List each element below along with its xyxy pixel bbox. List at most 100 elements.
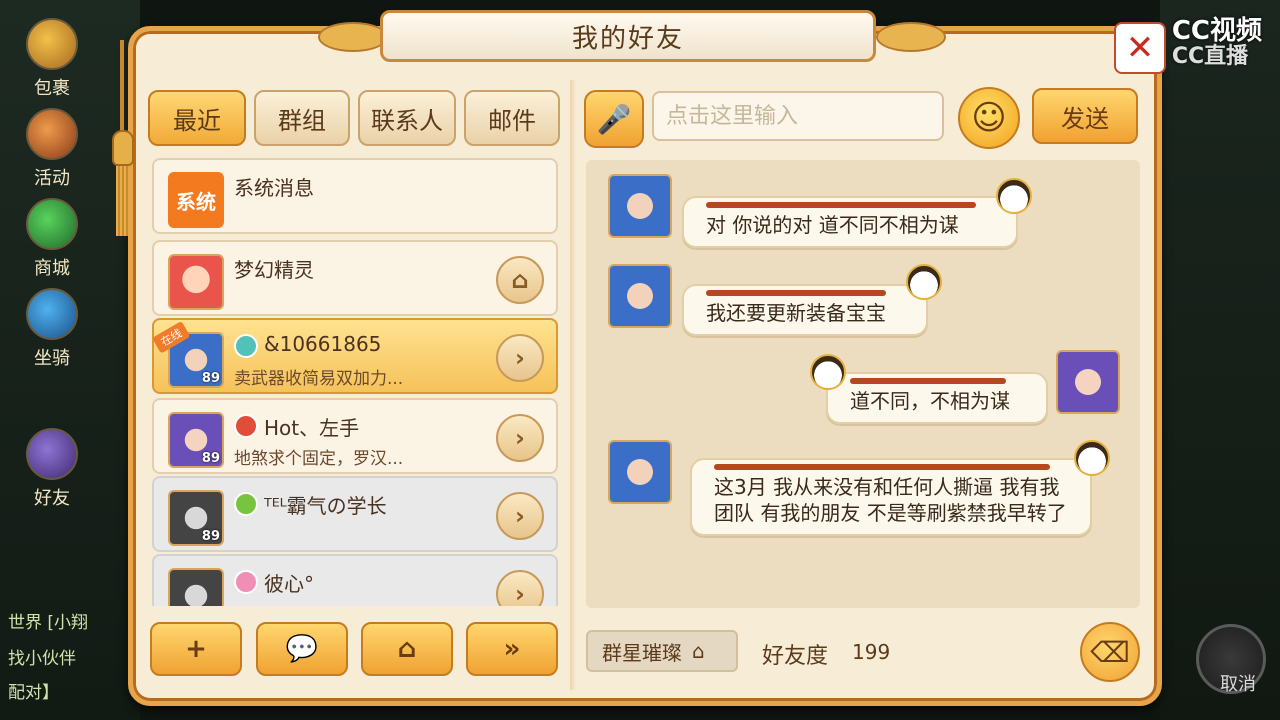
list-item[interactable]: 89 在线 &10661865 卖武器收简易双加力... ›	[152, 318, 558, 394]
home-button[interactable]: ⌂	[496, 256, 544, 304]
chevron-right-icon: ›	[515, 344, 525, 372]
friend-name: 系统消息	[234, 176, 314, 200]
bubble-decoration	[714, 464, 1050, 470]
avatar	[168, 254, 224, 310]
sect-icon	[234, 414, 258, 438]
open-chat-button[interactable]: ›	[496, 334, 544, 382]
game-right-hud	[1160, 0, 1280, 720]
panel-title: 我的好友	[380, 10, 876, 62]
cow-icon	[996, 178, 1032, 214]
home-icon: ⌂	[511, 266, 529, 294]
list-item[interactable]: 彼心° ›	[152, 554, 558, 606]
microphone-icon: 🎤	[596, 102, 632, 136]
world-chat-line: 配对】	[8, 683, 59, 703]
tab-mail[interactable]: 邮件	[464, 90, 560, 146]
mount-icon	[26, 288, 78, 340]
message-input[interactable]	[652, 91, 944, 141]
level-badge: 89	[201, 451, 220, 466]
more-button[interactable]: »	[466, 622, 558, 676]
avatar	[608, 264, 672, 328]
list-item[interactable]: 梦幻精灵 ⌂	[152, 240, 558, 316]
friend-name: Hot、左手	[264, 416, 360, 440]
bubble-decoration	[706, 290, 886, 296]
friend-signature: 地煞求个固定，罗汉...	[234, 449, 404, 469]
friends-button[interactable]: 好友	[14, 428, 90, 509]
world-chat-line: 找小伙伴	[8, 649, 76, 669]
friend-name: &10661865	[264, 332, 382, 356]
home-icon: ⌂	[692, 639, 705, 663]
sect-icon	[234, 334, 258, 358]
cow-icon	[1074, 440, 1110, 476]
bag-button[interactable]: 包裹	[14, 18, 90, 99]
favor-label: 好友度	[762, 644, 829, 669]
tab-contacts[interactable]: 联系人	[358, 90, 456, 146]
list-item[interactable]: 89 ᵀᴱᴸ霸气の学长 ›	[152, 476, 558, 552]
open-chat-button[interactable]: ›	[496, 492, 544, 540]
chevron-right-icon: ›	[515, 580, 525, 606]
activity-button[interactable]: 活动	[14, 108, 90, 189]
friend-list[interactable]: 系统 系统消息 梦幻精灵 ⌂ 89 在线 &10661865 卖武器收简易双加力…	[152, 158, 558, 606]
cow-icon	[810, 354, 846, 390]
cancel-label: 取消	[1220, 674, 1256, 695]
sect-icon	[234, 570, 258, 594]
chat-bubble: 道不同，不相为谋	[826, 372, 1048, 424]
chat-icon: 💬	[285, 634, 319, 664]
chat-button[interactable]: 💬	[256, 622, 348, 676]
bubble-decoration	[850, 378, 1006, 384]
avatar	[1056, 350, 1120, 414]
voice-button[interactable]: 🎤	[584, 90, 644, 148]
avatar: 89	[168, 412, 224, 468]
chat-bubble: 对 你说的对 道不同不相为谋	[682, 196, 1018, 248]
tab-recent[interactable]: 最近	[148, 90, 246, 146]
chat-bubble: 我还要更新装备宝宝	[682, 284, 928, 336]
chevron-right-icon: ›	[515, 424, 525, 452]
avatar	[168, 568, 224, 606]
friend-name: ᵀᴱᴸ霸气の学长	[264, 494, 387, 518]
emoji-button[interactable]: ☺	[958, 87, 1020, 149]
double-chevron-icon: »	[503, 634, 521, 664]
list-item[interactable]: 89 Hot、左手 地煞求个固定，罗汉... ›	[152, 398, 558, 474]
close-icon: ✕	[1125, 28, 1155, 68]
friends-icon	[26, 428, 78, 480]
title-ornament	[318, 22, 388, 52]
chat-bubble: 这3月 我从来没有和任何人撕逼 我有我团队 有我的朋友 不是等刷紫禁我早转了	[690, 458, 1092, 536]
avatar	[608, 440, 672, 504]
clear-chat-button[interactable]: ⌫	[1080, 622, 1140, 682]
favor-value: 199	[852, 640, 891, 664]
home-button[interactable]: ⌂	[361, 622, 453, 676]
list-item[interactable]: 系统 系统消息	[152, 158, 558, 234]
close-button[interactable]: ✕	[1114, 22, 1166, 74]
cow-icon	[906, 264, 942, 300]
add-friend-button[interactable]: +	[150, 622, 242, 676]
level-badge: 89	[201, 529, 220, 544]
shop-button[interactable]: 商城	[14, 198, 90, 279]
horn-icon	[26, 108, 78, 160]
level-badge: 89	[201, 371, 220, 386]
open-chat-button[interactable]: ›	[496, 414, 544, 462]
friend-signature: 卖武器收简易双加力...	[234, 369, 404, 389]
panel-divider	[570, 80, 576, 690]
add-friend-icon: +	[185, 634, 207, 664]
mount-button[interactable]: 坐骑	[14, 288, 90, 369]
chat-history[interactable]: 对 你说的对 道不同不相为谋 我还要更新装备宝宝 道不同，不相为谋 这3月 我从…	[586, 160, 1140, 608]
watermark: CC视频 CC直播	[1171, 16, 1262, 69]
send-button[interactable]: 发送	[1032, 88, 1138, 144]
tassel-decoration	[110, 40, 134, 236]
title-ornament	[876, 22, 946, 52]
friend-name: 梦幻精灵	[234, 258, 314, 282]
bag-icon	[26, 18, 78, 70]
friend-name: 彼心°	[264, 572, 314, 596]
chevron-right-icon: ›	[515, 502, 525, 530]
shop-icon	[26, 198, 78, 250]
group-tag[interactable]: 群星璀璨 ⌂	[586, 630, 738, 672]
system-avatar: 系统	[168, 172, 224, 228]
sect-icon	[234, 492, 258, 516]
smiley-icon: ☺	[971, 98, 1007, 138]
broom-icon: ⌫	[1090, 635, 1130, 669]
tab-groups[interactable]: 群组	[254, 90, 350, 146]
home-icon: ⌂	[397, 634, 417, 664]
bubble-decoration	[706, 202, 976, 208]
open-chat-button[interactable]: ›	[496, 570, 544, 606]
avatar	[608, 174, 672, 238]
avatar: 89	[168, 490, 224, 546]
